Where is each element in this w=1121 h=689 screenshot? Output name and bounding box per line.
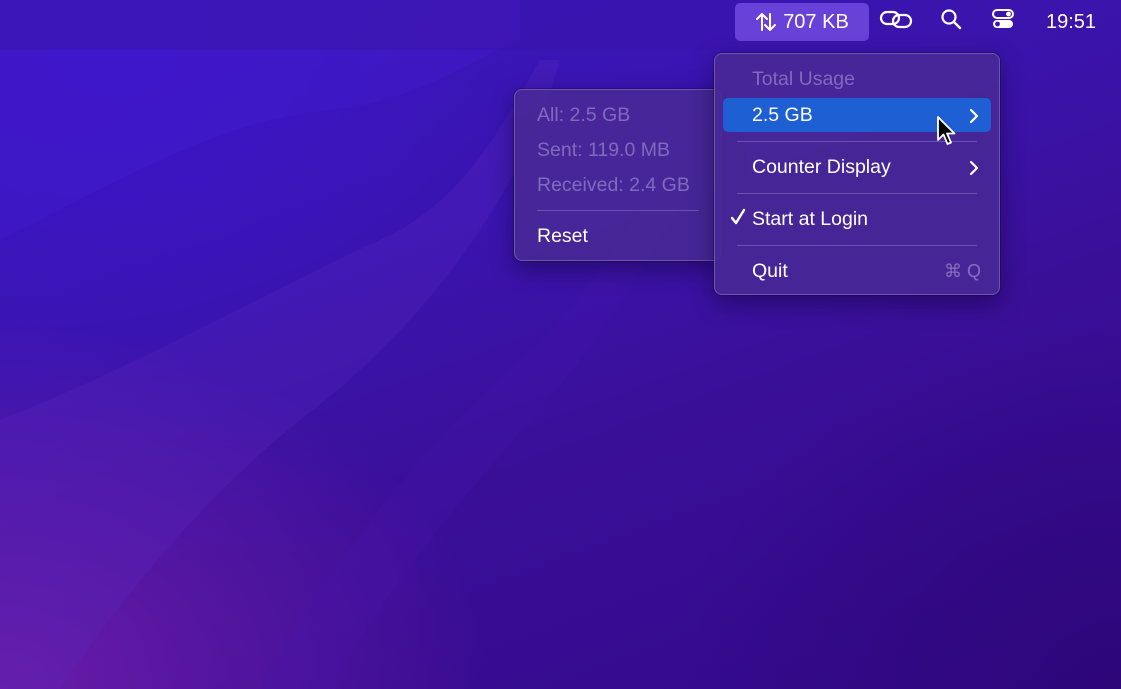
network-usage-value: 707 KB bbox=[783, 10, 849, 33]
menu-separator bbox=[737, 193, 977, 194]
checkmark-icon bbox=[730, 208, 746, 232]
link-icon bbox=[879, 7, 915, 37]
chevron-right-icon bbox=[969, 159, 979, 182]
menu-separator bbox=[737, 245, 977, 246]
usage-submenu: All: 2.5 GB Sent: 119.0 MB Received: 2.4… bbox=[514, 89, 722, 261]
link-status-item[interactable] bbox=[876, 3, 918, 41]
total-usage-header: Total Usage bbox=[723, 62, 991, 96]
counter-display-item[interactable]: Counter Display bbox=[723, 150, 991, 184]
total-usage-value: 2.5 GB bbox=[752, 103, 813, 126]
usage-sent-item: Sent: 119.0 MB bbox=[523, 133, 713, 167]
usage-sent-label: Sent: 119.0 MB bbox=[537, 138, 670, 161]
control-center-icon bbox=[991, 7, 1015, 37]
quit-label: Quit bbox=[752, 259, 788, 282]
reset-item[interactable]: Reset bbox=[523, 219, 713, 253]
quit-item[interactable]: Quit ⌘ Q bbox=[723, 254, 991, 288]
usage-all-item: All: 2.5 GB bbox=[523, 98, 713, 132]
arrow-up-down-icon bbox=[755, 11, 777, 33]
mouse-pointer-icon bbox=[936, 115, 958, 152]
counter-display-label: Counter Display bbox=[752, 155, 891, 178]
chevron-right-icon bbox=[969, 107, 979, 130]
usage-received-item: Received: 2.4 GB bbox=[523, 168, 713, 202]
usage-all-label: All: 2.5 GB bbox=[537, 103, 631, 126]
network-usage-status-item[interactable]: 707 KB bbox=[735, 3, 869, 41]
menu-bar: 707 KB 19:51 bbox=[0, 0, 1121, 50]
spotlight-status-item[interactable] bbox=[932, 3, 970, 41]
clock[interactable]: 19:51 bbox=[1036, 3, 1106, 41]
quit-shortcut: ⌘ Q bbox=[943, 260, 981, 281]
search-icon bbox=[940, 8, 962, 36]
start-at-login-item[interactable]: Start at Login bbox=[723, 202, 991, 236]
control-center-status-item[interactable] bbox=[984, 3, 1022, 41]
total-usage-label: Total Usage bbox=[752, 67, 855, 90]
usage-received-label: Received: 2.4 GB bbox=[537, 173, 690, 196]
network-menu: Total Usage 2.5 GB Counter Display Start… bbox=[714, 53, 1000, 295]
start-at-login-label: Start at Login bbox=[752, 207, 868, 230]
submenu-separator bbox=[537, 210, 699, 211]
reset-label: Reset bbox=[537, 224, 588, 247]
